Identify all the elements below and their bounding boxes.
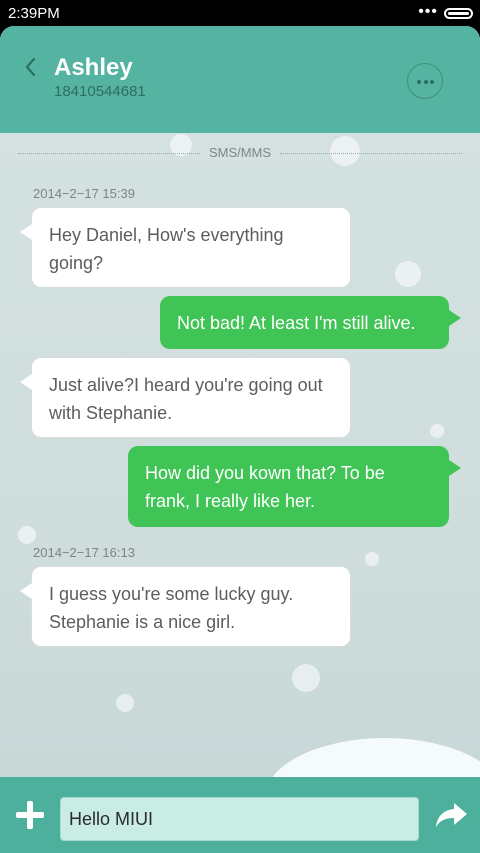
message-input[interactable] xyxy=(60,797,419,841)
send-arrow-icon[interactable] xyxy=(434,801,468,829)
snowflake-decoration xyxy=(116,694,134,712)
outgoing-message[interactable]: Not bad! At least I'm still alive. xyxy=(160,296,461,349)
plus-bar xyxy=(27,801,33,829)
contact-number: 18410544681 xyxy=(54,83,146,100)
snowflake-decoration xyxy=(330,136,360,166)
more-options-icon[interactable] xyxy=(407,63,443,99)
dot xyxy=(417,80,421,84)
plus-icon[interactable] xyxy=(16,801,44,829)
conversation-screen: Ashley 18410544681 SMS/MMS 2014−2−17 15:… xyxy=(0,26,480,853)
signal-dots-icon: ••• xyxy=(418,3,438,20)
snowflake-decoration xyxy=(18,526,36,544)
snowflake-decoration xyxy=(430,424,444,438)
status-bar: 2:39PM ••• xyxy=(0,0,480,26)
battery-icon xyxy=(444,8,473,19)
dot xyxy=(423,80,428,84)
message-timestamp: 2014−2−17 15:39 xyxy=(33,186,135,201)
incoming-message[interactable]: I guess you're some lucky guy. Stephanie… xyxy=(20,566,351,647)
snowflake-decoration xyxy=(395,261,421,287)
message-timestamp: 2014−2−17 16:13 xyxy=(33,545,135,560)
incoming-message[interactable]: Hey Daniel, How's everything going? xyxy=(20,207,351,288)
dot xyxy=(430,80,434,84)
back-chevron-icon[interactable] xyxy=(22,56,40,78)
outgoing-message[interactable]: How did you kown that? To be frank, I re… xyxy=(128,446,461,527)
channel-label: SMS/MMS xyxy=(200,145,280,160)
status-time: 2:39PM xyxy=(8,5,60,22)
contact-name[interactable]: Ashley xyxy=(54,54,133,82)
snowflake-decoration xyxy=(292,664,320,692)
composer-bar xyxy=(0,777,480,853)
snowflake-decoration xyxy=(365,552,379,566)
conversation-header: Ashley 18410544681 xyxy=(0,26,480,133)
divider-line xyxy=(280,153,462,154)
incoming-message[interactable]: Just alive?I heard you're going out with… xyxy=(20,357,351,438)
divider-line xyxy=(18,153,200,154)
